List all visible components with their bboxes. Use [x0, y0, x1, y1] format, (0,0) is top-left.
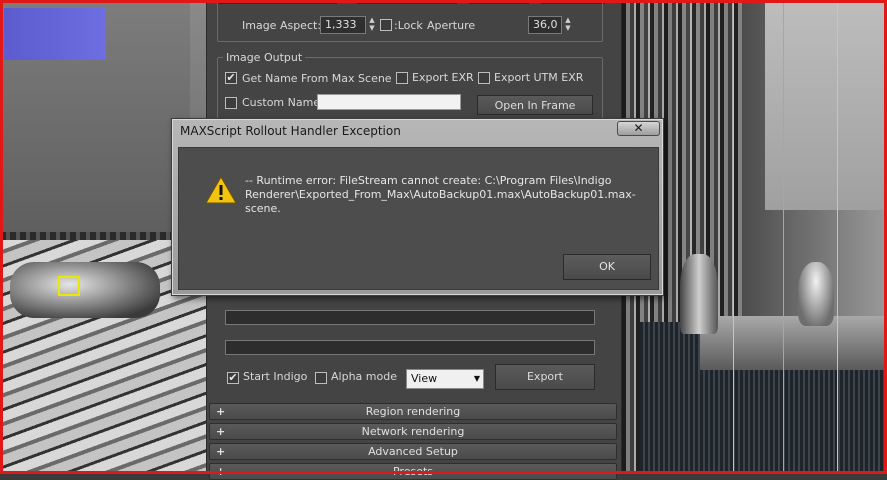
aperture-label: Aperture — [427, 19, 476, 32]
expand-plus-icon: + — [216, 445, 226, 458]
expand-plus-icon: + — [216, 465, 226, 478]
image-aspect-spinner[interactable]: 1,333 — [320, 16, 366, 34]
guide-line-yellow-2 — [837, 0, 838, 474]
export-utm-exr-checkbox[interactable] — [478, 72, 490, 84]
alpha-mode-checkbox[interactable] — [315, 372, 327, 384]
error-message: -- Runtime error: FileStream cannot crea… — [245, 174, 636, 215]
progress-bar-1 — [225, 310, 595, 325]
bed-pillow — [10, 262, 160, 318]
get-name-checkbox[interactable]: ✔ — [225, 72, 237, 84]
progress-bar-2 — [225, 340, 595, 355]
aperture-spinner-arrows[interactable]: ▲ ▼ — [563, 16, 573, 34]
custom-name-label: Custom Name: — [242, 96, 324, 109]
expand-plus-icon: + — [216, 405, 226, 418]
guide-line-cyan — [783, 0, 784, 474]
rollout-network-rendering[interactable]: + Network rendering — [209, 423, 617, 440]
close-button[interactable]: ✕ — [617, 121, 660, 136]
table-top — [700, 316, 887, 370]
image-aspect-label: Image Aspect: — [242, 19, 322, 32]
blue-panel — [4, 8, 106, 60]
start-indigo-label: Start Indigo — [243, 370, 308, 383]
chevron-down-icon: ▼ — [473, 374, 480, 383]
rollout-region-rendering[interactable]: + Region rendering — [209, 403, 617, 420]
guide-line-yellow — [733, 0, 734, 474]
rollout-label: Region rendering — [365, 405, 461, 418]
get-name-label: Get Name From Max Scene — [242, 72, 392, 85]
rollout-label: Network rendering — [361, 425, 465, 438]
maxscript-exception-dialog: MAXScript Rollout Handler Exception ✕ --… — [171, 118, 664, 296]
export-button[interactable]: Export — [495, 364, 595, 390]
image-output-title: Image Output — [223, 51, 306, 64]
warning-icon — [205, 176, 237, 204]
rollout-presets[interactable]: + Presets — [209, 463, 617, 480]
dialog-title: MAXScript Rollout Handler Exception — [180, 124, 401, 138]
lock-label: :Lock — [394, 19, 423, 32]
start-indigo-checkbox[interactable]: ✔ — [227, 372, 239, 384]
expand-plus-icon: + — [216, 425, 226, 438]
alpha-mode-label: Alpha mode — [331, 370, 397, 383]
view-select-value: View — [411, 372, 438, 385]
table-lamp — [798, 262, 834, 326]
lock-checkbox[interactable] — [380, 19, 392, 31]
view-select[interactable]: View ▼ — [406, 369, 484, 389]
rollout-label: Presets — [392, 465, 434, 478]
export-utm-exr-label: Export UTM EXR — [494, 71, 584, 84]
custom-name-input[interactable] — [317, 94, 461, 110]
dialog-body: -- Runtime error: FileStream cannot crea… — [178, 147, 659, 290]
export-exr-checkbox[interactable] — [396, 72, 408, 84]
export-exr-label: Export EXR — [412, 71, 474, 84]
custom-name-checkbox[interactable] — [225, 97, 237, 109]
image-aspect-spinner-arrows[interactable]: ▲ ▼ — [367, 16, 377, 34]
flower-vase — [680, 254, 718, 334]
rollout-label: Advanced Setup — [368, 445, 458, 458]
close-icon: ✕ — [633, 121, 644, 135]
selection-gizmo[interactable] — [58, 276, 80, 296]
aperture-spinner[interactable]: 36,0 — [528, 16, 562, 34]
ok-button[interactable]: OK — [563, 254, 651, 280]
rollout-advanced-setup[interactable]: + Advanced Setup — [209, 443, 617, 460]
open-in-frame-buffer-button[interactable]: Open In Frame Buffer — [477, 95, 593, 132]
